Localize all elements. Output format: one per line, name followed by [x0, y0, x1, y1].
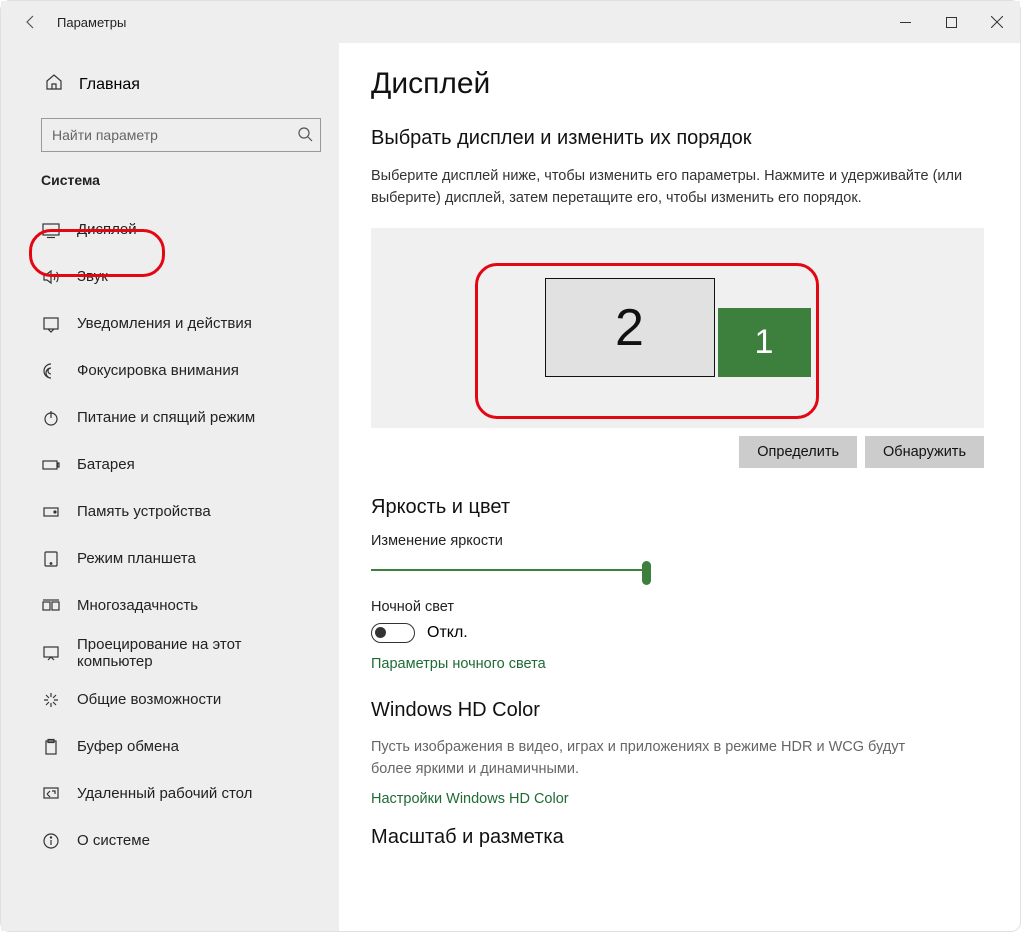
scale-title: Масштаб и разметка: [371, 826, 984, 849]
nav-list: Дисплей Звук Уведомления и действия Фоку…: [1, 206, 339, 864]
slider-track: [371, 569, 651, 571]
storage-icon: [41, 502, 61, 522]
home-icon: [45, 73, 63, 96]
nav-label: Уведомления и действия: [77, 315, 252, 332]
notifications-icon: [41, 314, 61, 334]
home-link[interactable]: Главная: [1, 65, 339, 104]
about-icon: [41, 831, 61, 851]
window-title: Параметры: [57, 15, 126, 30]
sidebar-item-remote[interactable]: Удаленный рабочий стол: [1, 770, 339, 817]
search-input[interactable]: [41, 118, 321, 152]
tablet-icon: [41, 549, 61, 569]
nav-label: О системе: [77, 832, 150, 849]
sidebar-item-about[interactable]: О системе: [1, 817, 339, 864]
power-icon: [41, 408, 61, 428]
minimize-button[interactable]: [882, 1, 928, 43]
home-label: Главная: [79, 76, 140, 94]
maximize-button[interactable]: [928, 1, 974, 43]
content-area: Дисплей Выбрать дисплеи и изменить их по…: [339, 43, 1020, 931]
nav-label: Буфер обмена: [77, 738, 179, 755]
multitask-icon: [41, 596, 61, 616]
sidebar-item-sound[interactable]: Звук: [1, 253, 339, 300]
search-box[interactable]: [41, 118, 321, 152]
sidebar-item-battery[interactable]: Батарея: [1, 441, 339, 488]
nav-label: Батарея: [77, 456, 135, 473]
sound-icon: [41, 267, 61, 287]
nav-label: Дисплей: [77, 221, 137, 238]
sidebar-item-projecting[interactable]: Проецирование на этот компьютер: [1, 629, 339, 676]
arrange-title: Выбрать дисплеи и изменить их порядок: [371, 127, 984, 150]
close-button[interactable]: [974, 1, 1020, 43]
sidebar-item-multitask[interactable]: Многозадачность: [1, 582, 339, 629]
battery-icon: [41, 455, 61, 475]
search-icon: [297, 126, 313, 147]
clipboard-icon: [41, 737, 61, 757]
nav-label: Проецирование на этот компьютер: [77, 636, 321, 670]
titlebar: Параметры: [1, 1, 1020, 43]
sidebar-item-focus[interactable]: Фокусировка внимания: [1, 347, 339, 394]
slider-thumb[interactable]: [642, 561, 651, 585]
nav-label: Звук: [77, 268, 108, 285]
section-header: Система: [1, 172, 339, 196]
brightness-label: Изменение яркости: [371, 533, 984, 549]
shared-icon: [41, 690, 61, 710]
nav-label: Питание и спящий режим: [77, 409, 255, 426]
nav-label: Режим планшета: [77, 550, 196, 567]
nav-label: Общие возможности: [77, 691, 221, 708]
display-arrange-area[interactable]: 2 1: [371, 228, 984, 428]
hdcolor-description: Пусть изображения в видео, играх и прило…: [371, 736, 911, 781]
hdcolor-settings-link[interactable]: Настройки Windows HD Color: [371, 791, 569, 807]
identify-button[interactable]: Определить: [739, 436, 857, 468]
nav-label: Фокусировка внимания: [77, 362, 239, 379]
monitor-1[interactable]: 1: [718, 308, 811, 377]
arrange-description: Выберите дисплей ниже, чтобы изменить ег…: [371, 166, 984, 210]
brightness-title: Яркость и цвет: [371, 496, 984, 519]
sidebar-item-clipboard[interactable]: Буфер обмена: [1, 723, 339, 770]
monitor-2[interactable]: 2: [545, 278, 715, 377]
brightness-slider[interactable]: [371, 557, 651, 585]
detect-button[interactable]: Обнаружить: [865, 436, 984, 468]
sidebar-item-notifications[interactable]: Уведомления и действия: [1, 300, 339, 347]
focus-icon: [41, 361, 61, 381]
nightlight-toggle[interactable]: [371, 623, 415, 643]
toggle-state: Откл.: [427, 624, 468, 642]
sidebar-item-shared[interactable]: Общие возможности: [1, 676, 339, 723]
sidebar-item-tablet[interactable]: Режим планшета: [1, 535, 339, 582]
sidebar: Главная Система Дисплей Звук Уведомления…: [1, 43, 339, 931]
hdcolor-title: Windows HD Color: [371, 699, 984, 722]
projecting-icon: [41, 643, 61, 663]
sidebar-item-power[interactable]: Питание и спящий режим: [1, 394, 339, 441]
nightlight-settings-link[interactable]: Параметры ночного света: [371, 656, 546, 672]
sidebar-item-display[interactable]: Дисплей: [1, 206, 339, 253]
display-icon: [41, 220, 61, 240]
page-title: Дисплей: [371, 67, 984, 101]
remote-icon: [41, 784, 61, 804]
nav-label: Удаленный рабочий стол: [77, 785, 252, 802]
back-button[interactable]: [19, 10, 43, 34]
nav-label: Многозадачность: [77, 597, 198, 614]
toggle-knob: [375, 627, 386, 638]
sidebar-item-storage[interactable]: Память устройства: [1, 488, 339, 535]
nightlight-label: Ночной свет: [371, 599, 984, 615]
nav-label: Память устройства: [77, 503, 211, 520]
